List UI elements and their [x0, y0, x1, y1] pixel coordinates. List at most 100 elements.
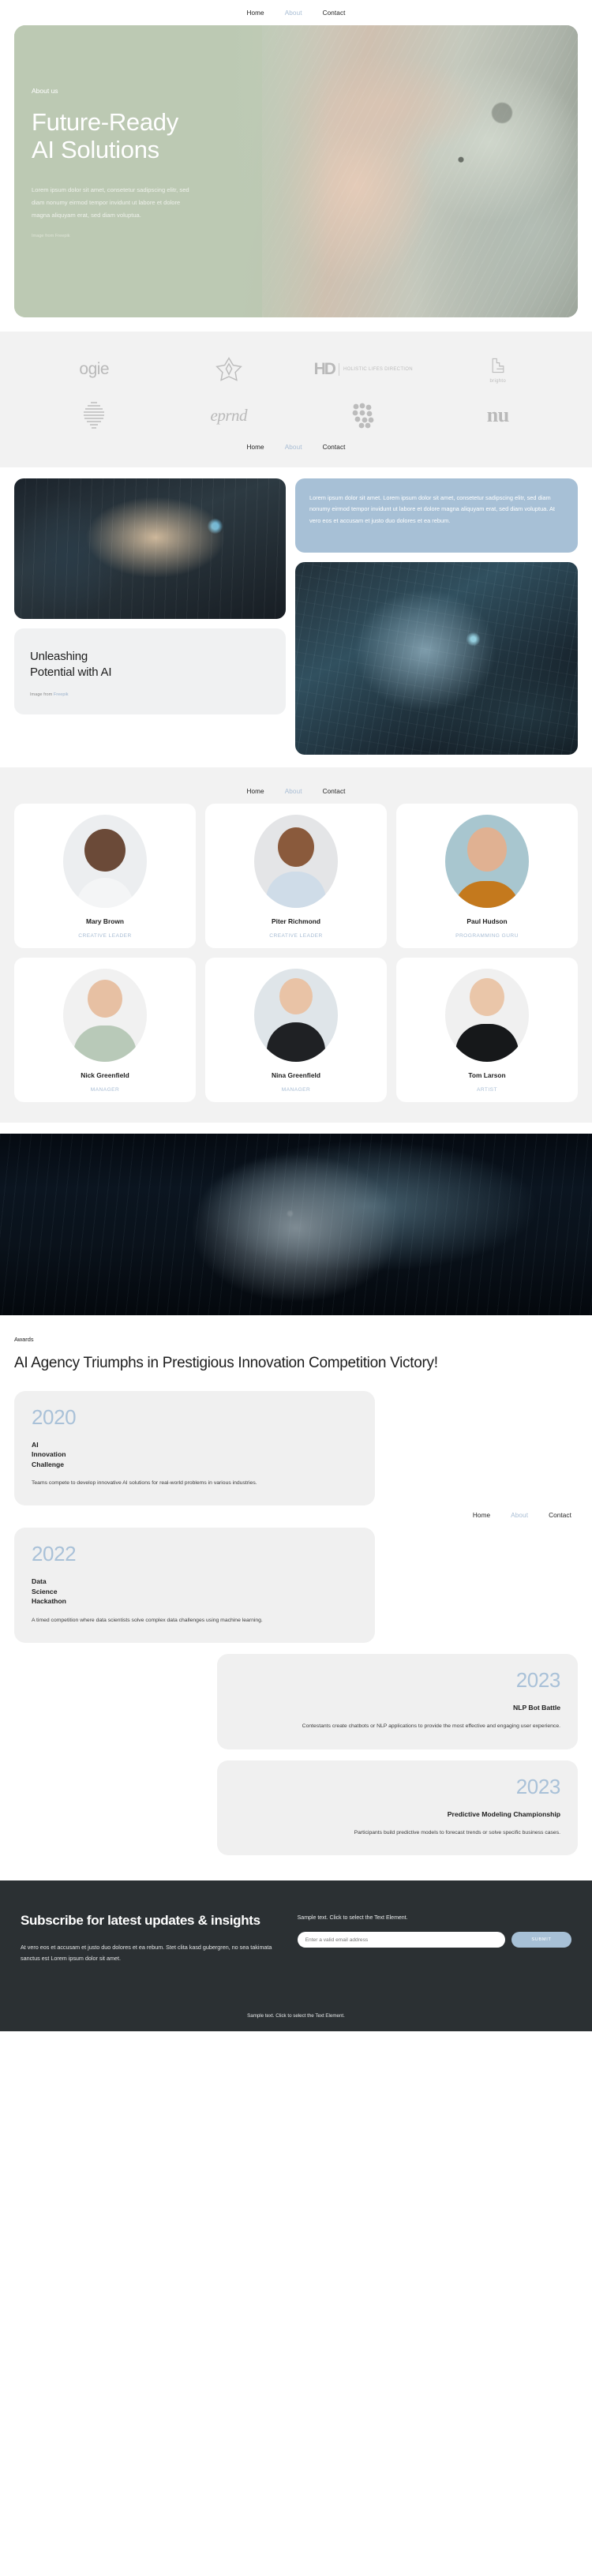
award-year: 2020 — [32, 1404, 77, 1429]
avatar-body — [455, 1024, 519, 1062]
blue-text-card: Lorem ipsum dolor sit amet. Lorem ipsum … — [294, 478, 578, 553]
robot-face-banner-image — [0, 1134, 592, 1315]
logo-eprnd: eprnd — [210, 405, 248, 425]
footer-right: Sample text. Click to select the Text El… — [297, 1912, 571, 1964]
cyborg-head-image — [294, 562, 578, 755]
nav-link-home[interactable]: Home — [246, 9, 264, 17]
nav-link-contact[interactable]: Contact — [323, 788, 346, 795]
avatar-head — [467, 827, 507, 872]
nav-link-contact[interactable]: Contact — [323, 9, 346, 17]
avatar-head — [278, 827, 314, 867]
member-name: Piter Richmond — [272, 917, 320, 925]
hero-content: About us Future-Ready AI Solutions Lorem… — [32, 87, 268, 238]
nav-link-about[interactable]: About — [285, 9, 302, 17]
nav-link-home[interactable]: Home — [246, 788, 264, 795]
award-card: 2023 NLP Bot Battle Contestants create c… — [217, 1653, 578, 1749]
nav-link-about[interactable]: About — [285, 444, 302, 451]
awards-section: Awards AI Agency Triumphs in Prestigious… — [0, 1315, 592, 1863]
member-name: Mary Brown — [86, 917, 124, 925]
submit-button[interactable]: SUBMIT — [511, 1932, 571, 1948]
team-navigation: Home About Contact — [0, 778, 592, 804]
logo-nu: nu — [486, 403, 509, 426]
award-card: 2023 Predictive Modeling Championship Pa… — [217, 1760, 578, 1856]
avatar-body — [77, 878, 133, 908]
freepik-link[interactable]: Freepik — [54, 692, 69, 697]
award-description: Teams compete to develop innovative AI s… — [32, 1480, 257, 1487]
team-member-card[interactable]: Nick Greenfield MANAGER — [14, 958, 196, 1102]
member-name: Nick Greenfield — [81, 1071, 129, 1079]
avatar — [254, 815, 338, 908]
unleashing-title-line-2: Potential with AI — [30, 666, 112, 680]
award-name: Data Science Hackathon — [32, 1577, 66, 1606]
award-name: Predictive Modeling Championship — [447, 1809, 560, 1818]
member-role: MANAGER — [90, 1087, 120, 1093]
awards-title: AI Agency Triumphs in Prestigious Innova… — [14, 1355, 438, 1371]
footer: Subscribe for latest updates & insights … — [0, 1880, 592, 2032]
avatar-body — [455, 881, 519, 908]
member-role: CREATIVE LEADER — [78, 933, 132, 939]
footer-sample-text: Sample text. Click to select the Text El… — [297, 1915, 408, 1922]
logo-dots-cluster-icon — [350, 398, 377, 433]
subscribe-title: Subscribe for latest updates & insights — [21, 1913, 260, 1929]
award-card: 2022 Data Science Hackathon A timed comp… — [14, 1528, 375, 1643]
top-navigation: Home About Contact — [0, 0, 592, 25]
showcase-left-column: Unleashing Potential with AI Image from … — [14, 478, 286, 755]
awards-navigation: Home About Contact — [473, 1512, 571, 1519]
nav-link-contact[interactable]: Contact — [549, 1512, 571, 1519]
avatar — [445, 969, 529, 1062]
avatar-head — [279, 978, 313, 1014]
nav-link-about[interactable]: About — [511, 1512, 528, 1519]
email-input[interactable] — [297, 1932, 505, 1948]
member-role: ARTIST — [476, 1087, 498, 1093]
avatar-head — [88, 980, 122, 1018]
nav-link-about[interactable]: About — [285, 788, 302, 795]
avatar-body — [73, 1026, 137, 1062]
subscribe-form: SUBMIT — [297, 1932, 571, 1948]
footer-bottom-text: Sample text. Click to select the Text El… — [247, 2013, 345, 2019]
team-grid: Mary Brown CREATIVE LEADER Piter Richmon… — [14, 804, 578, 1102]
logo-ogie: ogie — [79, 360, 110, 378]
team-member-card[interactable]: Mary Brown CREATIVE LEADER — [14, 804, 196, 948]
footer-paragraph: At vero eos et accusam et justo duo dolo… — [21, 1944, 272, 1963]
unleashing-card: Unleashing Potential with AI Image from … — [14, 628, 286, 714]
award-description: A timed competition where data scientist… — [32, 1617, 263, 1623]
logo-hd-holistic: HD HOLISTIC LIFES DIRECTION — [313, 360, 413, 378]
logo-striped-sphere-icon — [81, 398, 107, 433]
hero-eyebrow: About us — [32, 87, 58, 95]
member-name: Nina Greenfield — [272, 1071, 320, 1079]
hero-title-line-1: Future-Ready — [32, 108, 178, 136]
team-member-card[interactable]: Paul Hudson PROGRAMMING GURU — [396, 804, 578, 948]
unleashing-title-line-1: Unleashing — [30, 650, 88, 663]
team-member-card[interactable]: Nina Greenfield MANAGER — [205, 958, 387, 1102]
award-description: Contestants create chatbots or NLP appli… — [302, 1723, 560, 1730]
member-role: PROGRAMMING GURU — [455, 933, 519, 939]
showcase-section: Unleashing Potential with AI Image from … — [0, 467, 592, 755]
nav-link-home[interactable]: Home — [246, 444, 264, 451]
team-member-card[interactable]: Tom Larson ARTIST — [396, 958, 578, 1102]
footer-left: Subscribe for latest updates & insights … — [21, 1912, 274, 1964]
robot-workshop-image — [14, 478, 286, 619]
logo-grid: ogie HD HOLISTIC LIFES DIRECTION brighto — [0, 352, 592, 433]
awards-list: 2020 AI Innovation Challenge Teams compe… — [14, 1390, 578, 1856]
member-name: Paul Hudson — [466, 917, 508, 925]
hero-banner: About us Future-Ready AI Solutions Lorem… — [14, 25, 578, 317]
nav-link-contact[interactable]: Contact — [323, 444, 346, 451]
partner-logos-section: ogie HD HOLISTIC LIFES DIRECTION brighto — [0, 332, 592, 467]
hero-title: Future-Ready AI Solutions — [32, 108, 268, 163]
team-member-card[interactable]: Piter Richmond CREATIVE LEADER — [205, 804, 387, 948]
team-section: Home About Contact Mary Brown CREATIVE L… — [0, 767, 592, 1123]
award-year: 2023 — [515, 1667, 561, 1692]
award-year: 2023 — [515, 1774, 561, 1798]
showcase-right-column: Lorem ipsum dolor sit amet. Lorem ipsum … — [294, 478, 578, 755]
avatar — [63, 969, 147, 1062]
award-card: 2020 AI Innovation Challenge Teams compe… — [14, 1390, 375, 1506]
member-name: Tom Larson — [468, 1071, 506, 1079]
avatar-head — [470, 978, 504, 1016]
avatar-body — [267, 1022, 325, 1062]
hero-title-line-2: AI Solutions — [32, 135, 159, 163]
unleashing-title: Unleashing Potential with AI — [30, 649, 270, 681]
hero-paragraph: Lorem ipsum dolor sit amet, consetetur s… — [32, 186, 189, 219]
logo-brighto: brighto — [489, 352, 508, 387]
nav-link-home[interactable]: Home — [473, 1512, 490, 1519]
avatar-body — [266, 872, 326, 908]
